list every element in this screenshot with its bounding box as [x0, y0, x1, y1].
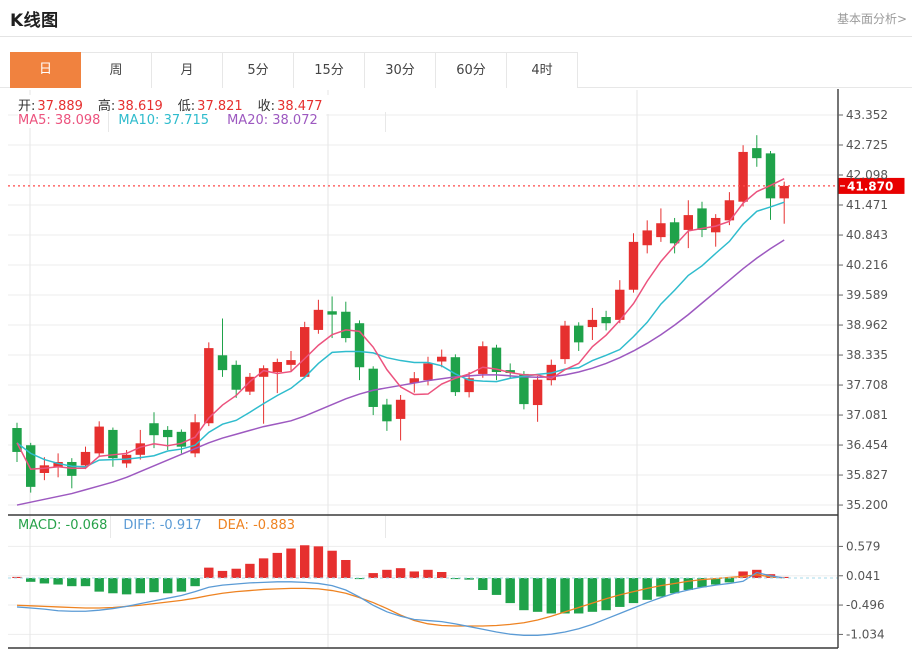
low-value: 37.821 — [197, 99, 243, 114]
tab-60min[interactable]: 60分 — [436, 52, 507, 88]
svg-text:40.843: 40.843 — [846, 228, 888, 242]
dea-value: DEA: -0.883 — [218, 518, 295, 533]
fundamental-analysis-link[interactable]: 基本面分析> — [837, 10, 907, 27]
ma20-readout: MA20: 38.072 — [227, 113, 318, 128]
header-divider — [0, 36, 912, 37]
svg-text:43.352: 43.352 — [846, 108, 888, 122]
macd-value: MACD: -0.068 — [18, 518, 107, 533]
tab-day[interactable]: 日 — [10, 52, 81, 88]
high-value: 38.619 — [117, 99, 163, 114]
svg-text:42.725: 42.725 — [846, 138, 888, 152]
svg-text:-1.034: -1.034 — [846, 627, 885, 641]
open-label: 开: — [18, 99, 35, 114]
candlestick-layer — [12, 135, 789, 492]
svg-text:41.471: 41.471 — [846, 198, 888, 212]
ma-row-separator-2 — [385, 112, 386, 132]
tab-4hour[interactable]: 4时 — [507, 52, 578, 88]
page-title: K线图 — [10, 6, 59, 31]
ma5-readout: MA5: 38.098 — [18, 113, 100, 128]
svg-text:37.081: 37.081 — [846, 408, 888, 422]
close-label: 收: — [258, 99, 275, 114]
svg-text:0.579: 0.579 — [846, 539, 880, 553]
svg-text:40.216: 40.216 — [846, 258, 888, 272]
tab-month[interactable]: 月 — [152, 52, 223, 88]
svg-text:38.962: 38.962 — [846, 318, 888, 332]
ma-lines-layer — [17, 179, 784, 505]
tab-week[interactable]: 周 — [81, 52, 152, 88]
diff-value: DIFF: -0.917 — [123, 518, 201, 533]
macd-readout: MACD: -0.068 DIFF: -0.917 DEA: -0.883 — [18, 518, 295, 533]
svg-text:35.827: 35.827 — [846, 468, 888, 482]
low-label: 低: — [178, 99, 195, 114]
macd-histogram-layer — [12, 545, 789, 613]
close-value: 38.477 — [277, 99, 323, 114]
macd-row-separator — [110, 516, 111, 538]
svg-text:37.708: 37.708 — [846, 378, 888, 392]
svg-text:0.041: 0.041 — [846, 569, 880, 583]
tab-30min[interactable]: 30分 — [365, 52, 436, 88]
svg-text:42.098: 42.098 — [846, 168, 888, 182]
frame-layer — [8, 89, 838, 648]
ma-row-separator — [108, 112, 109, 132]
high-label: 高: — [98, 99, 115, 114]
svg-text:38.335: 38.335 — [846, 348, 888, 362]
svg-text:36.454: 36.454 — [846, 438, 888, 452]
svg-text:-0.496: -0.496 — [846, 598, 885, 612]
kline-page: 41.87043.35242.72542.09841.47140.84340.2… — [0, 0, 912, 650]
tab-5min[interactable]: 5分 — [223, 52, 294, 88]
open-value: 37.889 — [37, 99, 83, 114]
grid-layer — [8, 90, 838, 648]
svg-text:39.589: 39.589 — [846, 288, 888, 302]
ohlc-readout: 开:37.889 高:38.619 低:37.821 收:38.477 — [18, 95, 346, 114]
ma-readout: MA5: 38.098 MA10: 37.715 MA20: 38.072 — [18, 113, 326, 128]
svg-text:35.200: 35.200 — [846, 498, 888, 512]
tab-15min[interactable]: 15分 — [294, 52, 365, 88]
interval-tabs: 日 周 月 5分 15分 30分 60分 4时 — [10, 52, 578, 88]
ma10-readout: MA10: 37.715 — [118, 113, 209, 128]
macd-row-separator-2 — [385, 516, 386, 538]
